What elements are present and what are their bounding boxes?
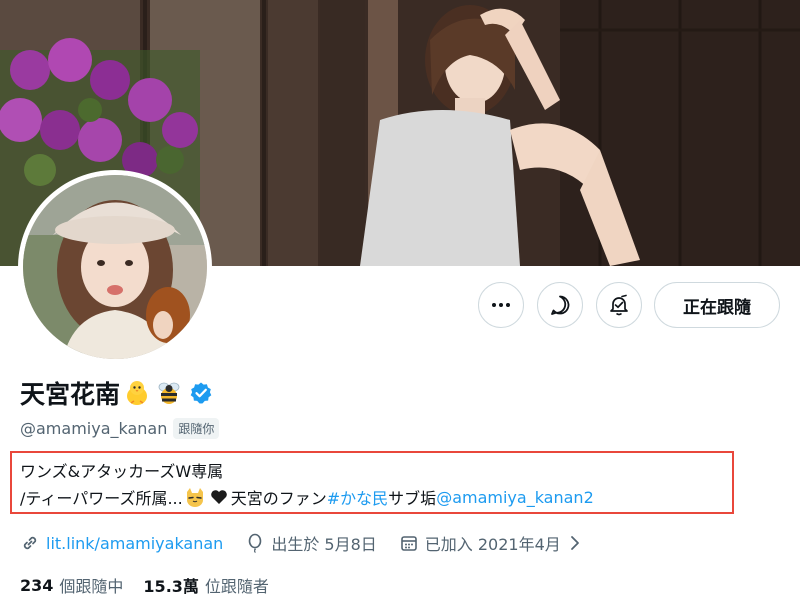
profile-avatar[interactable] (18, 170, 212, 364)
balloon-icon (249, 533, 262, 553)
more-button[interactable] (478, 282, 524, 328)
birthday-item: 出生於 5月8日 (245, 531, 377, 555)
message-button[interactable] (537, 282, 583, 328)
bio-text-middle: 天宮のファン (230, 489, 327, 508)
birthday-text: 出生於 5月8日 (271, 535, 377, 554)
heart-emoji (208, 486, 230, 508)
joined-item: 已加入 2021年4月 (399, 531, 587, 555)
avatar-photo (23, 175, 207, 359)
followers-count-link[interactable]: 15.3萬 位跟隨者 (143, 573, 269, 597)
hashtag-link[interactable]: #かな民 (327, 485, 388, 509)
handle: @amamiya_kanan (20, 418, 168, 438)
follow-counts-row: 234 個跟隨中 15.3萬 位跟隨者 (20, 573, 289, 597)
notification-button[interactable] (596, 282, 642, 328)
more-icon (492, 303, 510, 307)
chick-emoji (122, 378, 152, 408)
bio-text-prefix: /ティーパワーズ所属... (20, 489, 183, 508)
bee-emoji (154, 378, 184, 408)
verified-badge-icon[interactable] (188, 380, 214, 406)
follows-you-badge: 跟隨你 (173, 417, 220, 439)
bio-line-1: ワンズ&アタッカーズW専属 (20, 462, 224, 481)
followers-label: 位跟隨者 (204, 577, 269, 596)
following-button[interactable]: 正在跟隨 (654, 282, 780, 328)
website-link[interactable]: lit.link/amamiyakanan (46, 534, 223, 553)
joined-text: 已加入 2021年4月 (424, 535, 561, 554)
notification-bell-icon (610, 294, 628, 316)
message-icon (551, 295, 570, 315)
display-name-row: 天宮花南 (20, 376, 214, 410)
link-icon (23, 536, 37, 550)
following-count-link[interactable]: 234 個跟隨中 (20, 573, 123, 597)
profile-meta-row: lit.link/amamiyakanan 出生於 5月8日 已加入 2021年… (20, 530, 609, 556)
following-label: 個跟隨中 (59, 577, 124, 596)
display-name: 天宮花南 (20, 380, 121, 409)
bio-line-2: /ティーパワーズ所属... 天宮のファン #かな民 サブ垢 @amamiya_k… (20, 485, 594, 509)
mention-link[interactable]: @amamiya_kanan2 (436, 488, 594, 507)
following-count: 234 (20, 575, 54, 595)
chevron-right-icon[interactable] (569, 535, 587, 551)
followers-count: 15.3萬 (143, 577, 199, 596)
calendar-icon (400, 536, 417, 551)
website-item[interactable]: lit.link/amamiyakanan (20, 533, 223, 553)
bio-text-suffix: サブ垢 (388, 489, 437, 508)
cat-emoji (184, 486, 206, 508)
handle-row: @amamiya_kanan 跟隨你 (20, 416, 220, 440)
